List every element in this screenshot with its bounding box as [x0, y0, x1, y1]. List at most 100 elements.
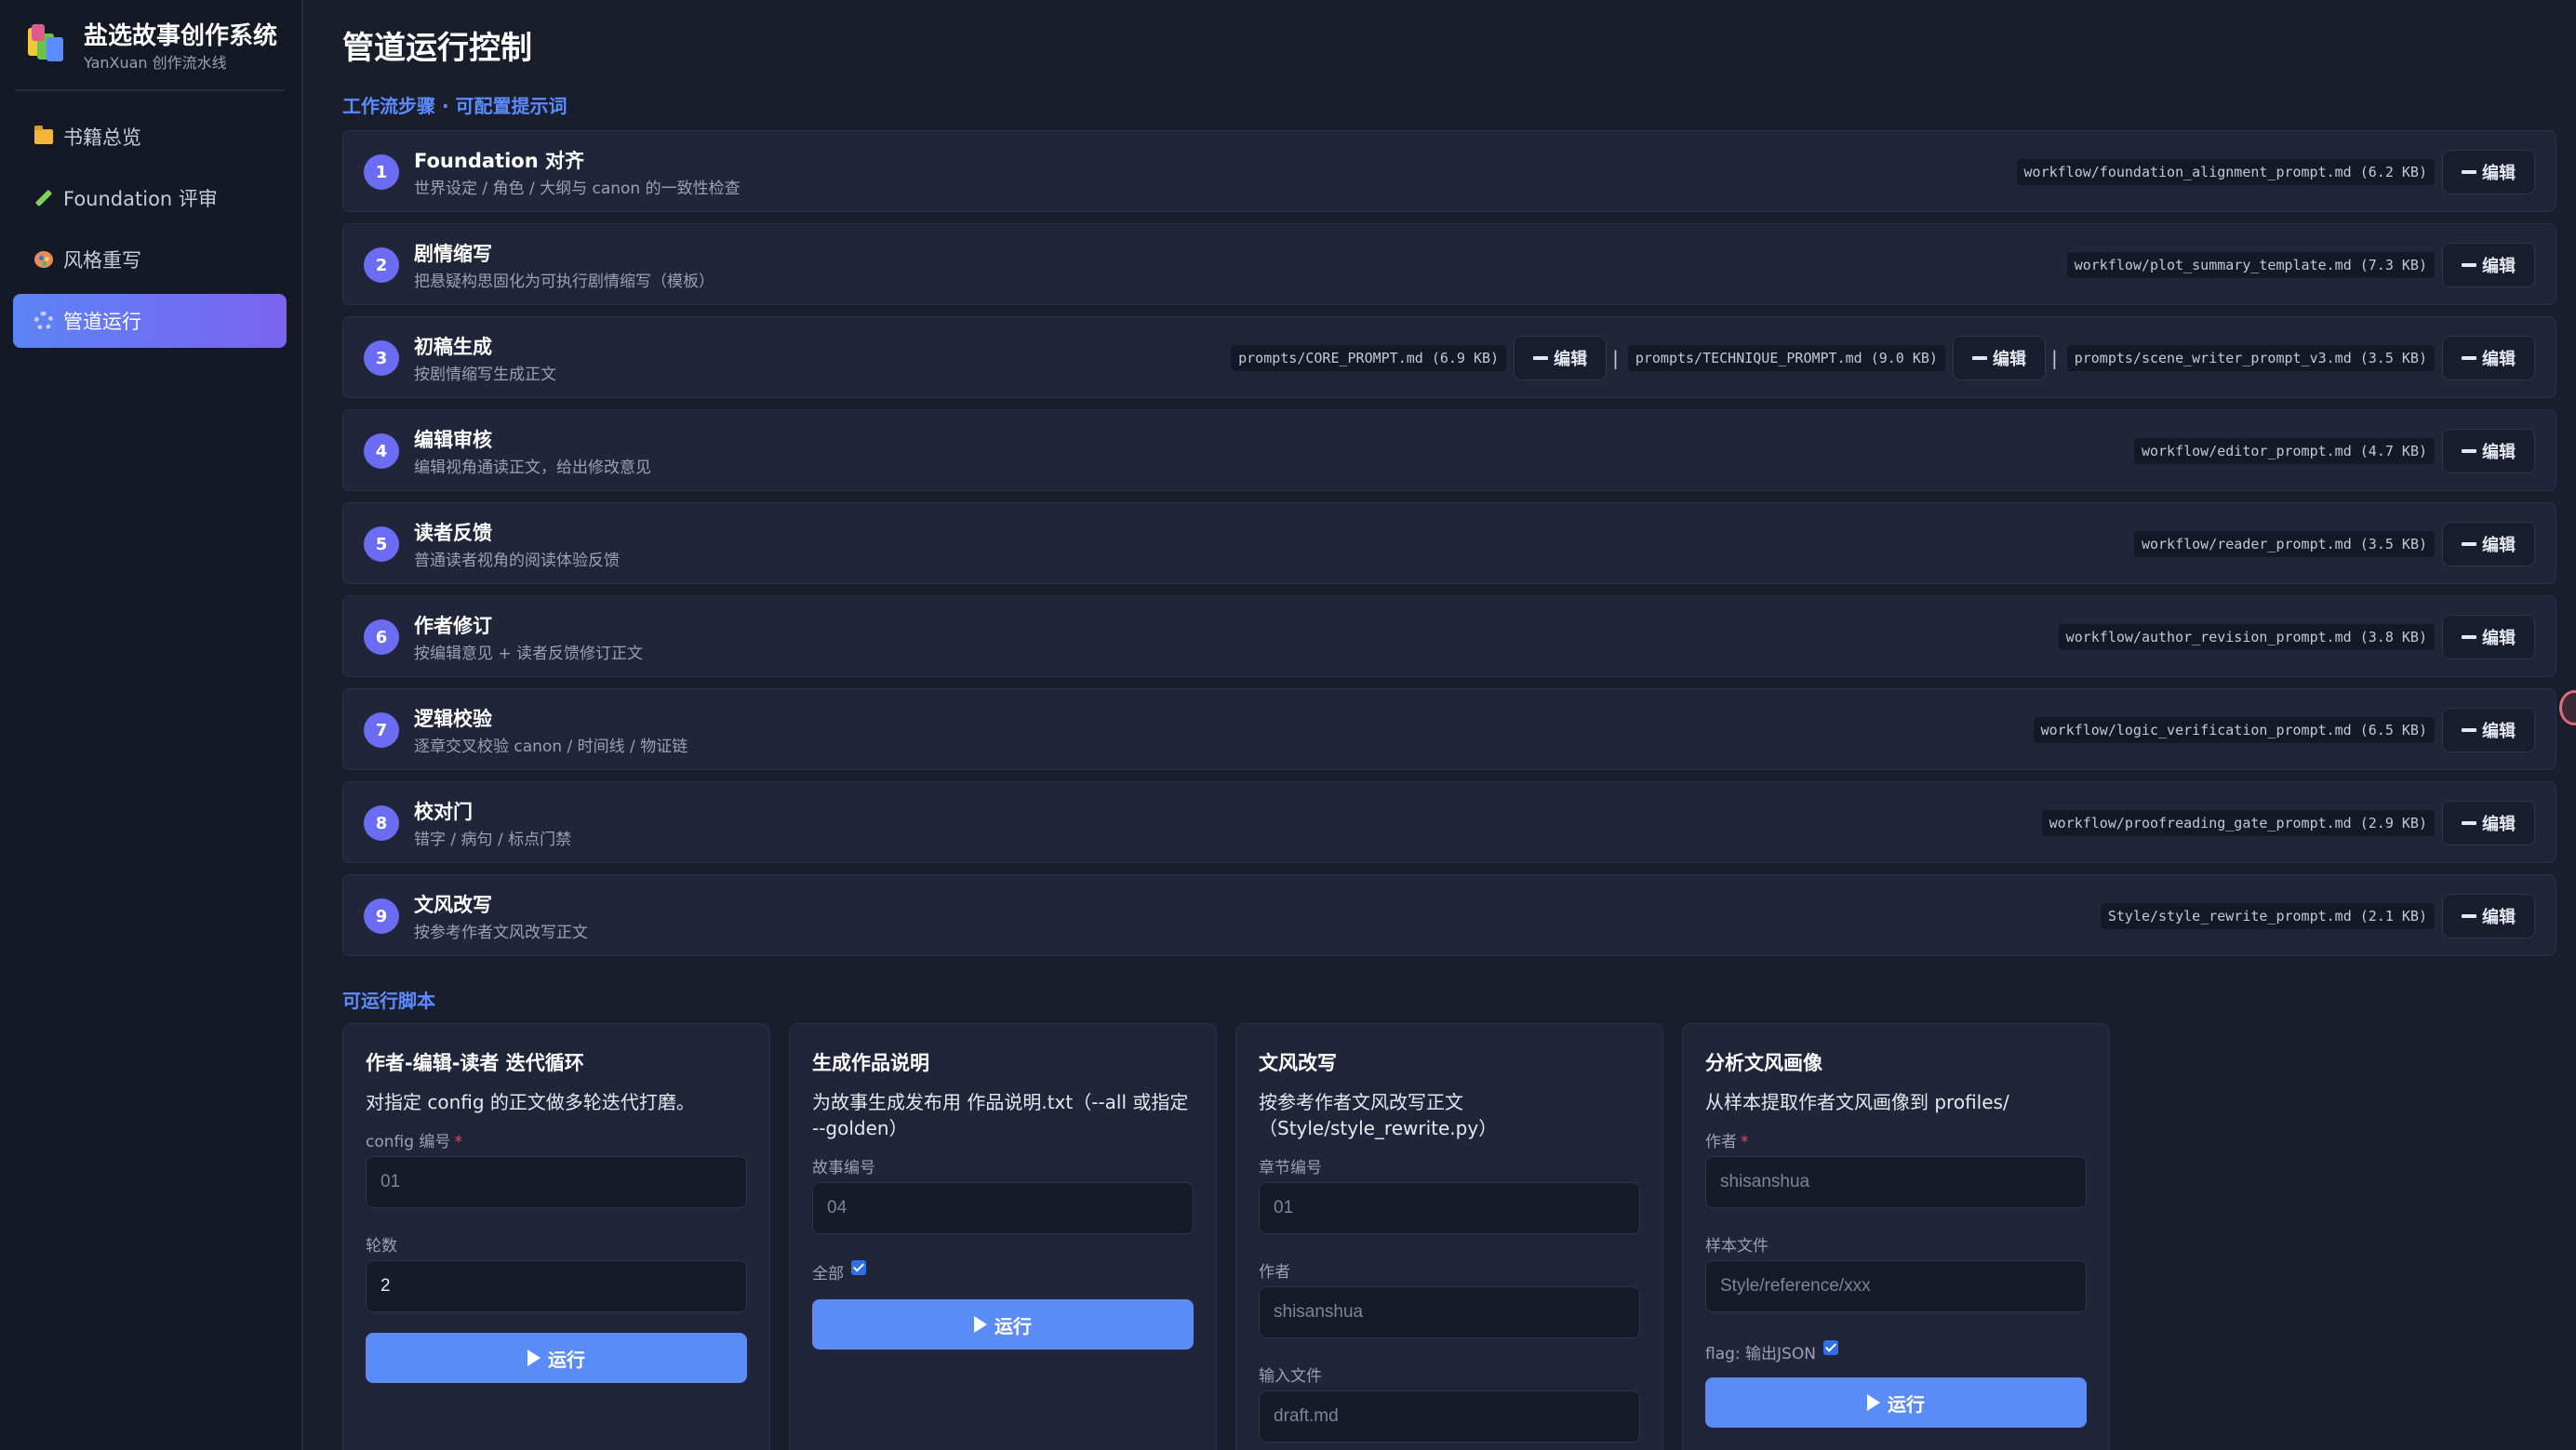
json-flag-row[interactable]: flag: 输出JSON [1705, 1339, 1838, 1364]
edit-button-label: 编辑 [2482, 629, 2516, 648]
workflow-step: 5 读者反馈 普通读者视角的阅读体验反馈 workflow/reader_pro… [342, 502, 2556, 584]
app-subtitle: YanXuan 创作流水线 [84, 54, 227, 72]
story-number-label: 故事编号 [812, 1159, 875, 1177]
script-card-iterate: 作者-编辑-读者 迭代循环 对指定 config 的正文做多轮迭代打磨。 con… [342, 1023, 770, 1450]
story-number-input[interactable] [812, 1182, 1194, 1234]
pencil-icon [2462, 449, 2476, 453]
edit-button[interactable]: 编辑 [2442, 150, 2535, 194]
step-name: Foundation 对齐 [414, 150, 584, 172]
edit-button-label: 编辑 [1554, 350, 1588, 369]
palette-icon [33, 249, 54, 270]
workflow-section-title: 工作流步骤 · 可配置提示词 [342, 95, 567, 117]
all-checkbox[interactable] [851, 1259, 866, 1275]
config-input[interactable] [366, 1156, 747, 1208]
step-files: workflow/proofreading_gate_prompt.md (2.… [2041, 801, 2535, 845]
chapter-number-label: 章节编号 [1259, 1159, 1322, 1177]
workflow-step: 1 Foundation 对齐 世界设定 / 角色 / 大纲与 canon 的一… [342, 130, 2556, 212]
prompt-file-chip: workflow/reader_prompt.md (3.5 KB) [2133, 531, 2435, 557]
prompt-file-chip: workflow/author_revision_prompt.md (3.8 … [2058, 624, 2435, 650]
author-input[interactable] [1705, 1156, 2087, 1208]
rounds-label: 轮数 [366, 1237, 397, 1256]
sidebar-item-label: 风格重写 [63, 249, 141, 272]
edit-button[interactable]: 编辑 [2442, 336, 2535, 380]
step-files: workflow/editor_prompt.md (4.7 KB) 编辑 [2133, 429, 2535, 473]
run-button[interactable]: 运行 [366, 1333, 747, 1383]
author-label: 作者 * [1705, 1133, 1749, 1151]
step-files: prompts/CORE_PROMPT.md (6.9 KB) 编辑 | pro… [1231, 336, 2535, 380]
sidebar-item-foundation-review[interactable]: Foundation 评审 [13, 171, 287, 225]
edit-button[interactable]: 编辑 [2442, 708, 2535, 752]
edit-button[interactable]: 编辑 [2442, 243, 2535, 287]
workflow-step: 2 剧情缩写 把悬疑构思固化为可执行剧情缩写（模板） workflow/plot… [342, 223, 2556, 305]
card-description: 按参考作者文风改写正文（Style/style_rewrite.py） [1259, 1091, 1498, 1139]
input-file-input[interactable] [1259, 1390, 1640, 1443]
chapter-number-input[interactable] [1259, 1182, 1640, 1234]
step-description: 按剧情缩写生成正文 [414, 366, 556, 384]
step-files: Style/style_rewrite_prompt.md (2.1 KB) 编… [2100, 894, 2535, 938]
run-button[interactable]: 运行 [812, 1299, 1194, 1350]
prompt-file-chip: prompts/TECHNIQUE_PROMPT.md (9.0 KB) [1627, 345, 1945, 371]
all-checkbox-row[interactable]: 全部 [812, 1259, 866, 1284]
step-description: 按编辑意见 + 读者反馈修订正文 [414, 645, 644, 663]
file-separator: | [2050, 347, 2058, 369]
card-title: 文风改写 [1259, 1052, 1337, 1074]
json-flag-checkbox[interactable] [1822, 1339, 1838, 1355]
run-button[interactable]: 运行 [1705, 1377, 2087, 1428]
sidebar-nav: 书籍总览 Foundation 评审 风格重写 管道运行 [13, 110, 287, 355]
card-title: 分析文风画像 [1705, 1052, 1822, 1074]
step-name: 文风改写 [414, 894, 492, 916]
input-file-label: 输入文件 [1259, 1367, 1322, 1386]
step-description: 按参考作者文风改写正文 [414, 924, 588, 942]
step-name: 作者修订 [414, 615, 492, 637]
card-description: 为故事生成发布用 作品说明.txt（--all 或指定 --golden） [812, 1091, 1189, 1139]
author-input[interactable] [1259, 1286, 1640, 1338]
pencil-icon [2462, 170, 2476, 174]
step-files: workflow/reader_prompt.md (3.5 KB) 编辑 [2133, 522, 2535, 566]
edit-button-label: 编辑 [2482, 164, 2516, 183]
step-number-badge: 3 [364, 340, 399, 376]
brand: 盐选故事创作系统 YanXuan 创作流水线 [26, 17, 296, 87]
edit-button-label: 编辑 [1992, 350, 2026, 369]
step-number-badge: 8 [364, 805, 399, 841]
edit-button[interactable]: 编辑 [2442, 615, 2535, 659]
sidebar: 盐选故事创作系统 YanXuan 创作流水线 书籍总览 Foundation 评… [0, 0, 303, 1450]
step-number-badge: 9 [364, 898, 399, 934]
edit-button[interactable]: 编辑 [2442, 429, 2535, 473]
edit-button-label: 编辑 [2482, 257, 2516, 276]
prompt-file-chip: workflow/proofreading_gate_prompt.md (2.… [2041, 810, 2435, 836]
books-logo-icon [28, 24, 65, 61]
workflow-step: 4 编辑审核 编辑视角通读正文，给出修改意见 workflow/editor_p… [342, 409, 2556, 491]
step-number-badge: 2 [364, 247, 399, 283]
step-name: 校对门 [414, 801, 473, 823]
rounds-input[interactable] [366, 1260, 747, 1312]
prompt-file-chip: workflow/plot_summary_template.md (7.3 K… [2066, 252, 2435, 278]
step-name: 读者反馈 [414, 522, 492, 544]
prompt-file-chip: workflow/logic_verification_prompt.md (6… [2033, 717, 2435, 743]
script-card-style-profile: 分析文风画像 从样本提取作者文风画像到 profiles/ 作者* 样本文件 f… [1682, 1023, 2110, 1450]
card-description: 对指定 config 的正文做多轮迭代打磨。 [366, 1091, 695, 1113]
workflow-step: 6 作者修订 按编辑意见 + 读者反馈修订正文 workflow/author_… [342, 595, 2556, 677]
sidebar-item-pipeline-run[interactable]: 管道运行 [13, 294, 287, 348]
edit-button[interactable]: 编辑 [1952, 336, 2046, 380]
edit-button[interactable]: 编辑 [2442, 522, 2535, 566]
pencil-icon [2462, 914, 2476, 918]
edit-button-label: 编辑 [2482, 908, 2516, 927]
edit-button[interactable]: 编辑 [1514, 336, 1608, 380]
step-number-badge: 1 [364, 154, 399, 190]
pencil-icon [2462, 728, 2476, 732]
pencil-icon [2462, 356, 2476, 360]
sample-file-input[interactable] [1705, 1260, 2087, 1312]
script-card-summary: 生成作品说明 为故事生成发布用 作品说明.txt（--all 或指定 --gol… [789, 1023, 1217, 1450]
step-files: workflow/author_revision_prompt.md (3.8 … [2058, 615, 2535, 659]
play-icon [527, 1350, 541, 1366]
workflow-steps: 1 Foundation 对齐 世界设定 / 角色 / 大纲与 canon 的一… [342, 130, 2556, 967]
sidebar-item-style-rewrite[interactable]: 风格重写 [13, 233, 287, 286]
edit-button[interactable]: 编辑 [2442, 894, 2535, 938]
floating-assistant-handle[interactable] [2559, 690, 2576, 725]
sidebar-item-books[interactable]: 书籍总览 [13, 110, 287, 164]
prompt-file-chip: workflow/editor_prompt.md (4.7 KB) [2133, 438, 2435, 464]
sidebar-item-label: Foundation 评审 [63, 188, 218, 210]
script-cards: 作者-编辑-读者 迭代循环 对指定 config 的正文做多轮迭代打磨。 con… [342, 1023, 2119, 1450]
step-description: 世界设定 / 角色 / 大纲与 canon 的一致性检查 [414, 180, 741, 198]
edit-button[interactable]: 编辑 [2442, 801, 2535, 845]
